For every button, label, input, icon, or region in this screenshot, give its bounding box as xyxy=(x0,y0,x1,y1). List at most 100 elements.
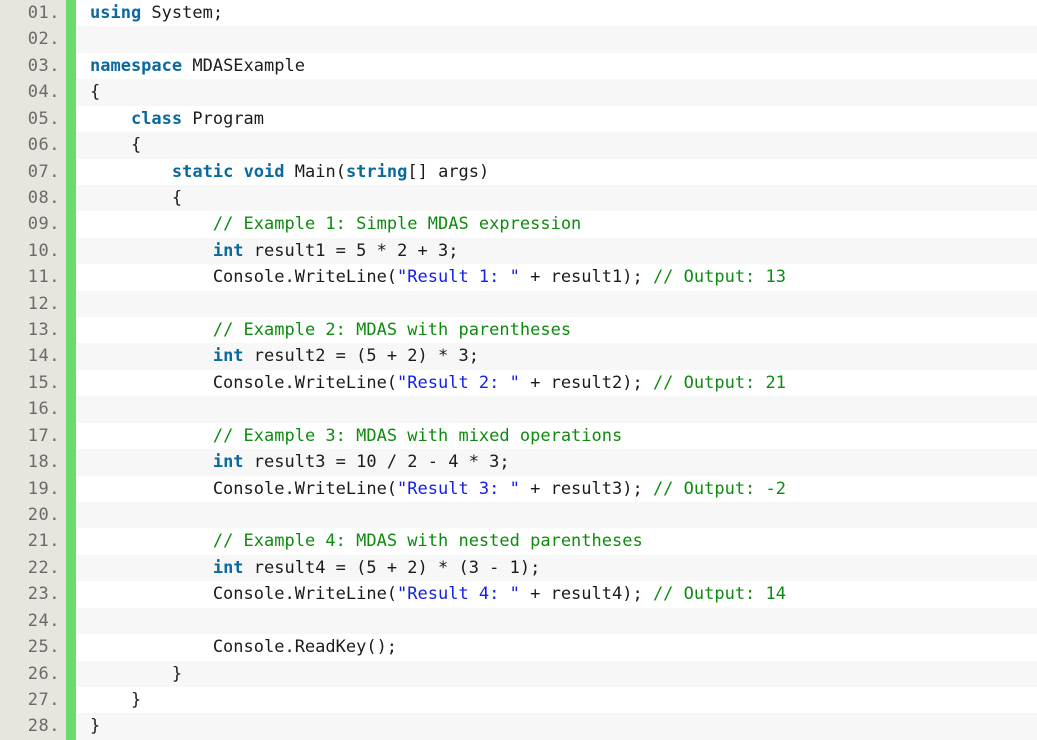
token-keyword: static xyxy=(171,161,234,182)
code-line-text[interactable] xyxy=(76,26,1037,52)
code-line-row[interactable]: 22. int result4 = (5 + 2) * (3 - 1); xyxy=(0,554,1037,582)
change-marker-bar xyxy=(66,237,76,265)
code-line-text[interactable] xyxy=(76,608,1037,634)
code-line-text[interactable] xyxy=(76,291,1037,317)
code-line-row[interactable]: 05. class Program xyxy=(0,105,1037,133)
code-viewer[interactable]: 01. using System; 02. 03. namespace MDASExam… xyxy=(0,0,1037,740)
code-line-text[interactable] xyxy=(76,502,1037,528)
token-plain: } xyxy=(90,716,101,737)
code-line-text[interactable]: } xyxy=(76,661,1037,687)
code-line-row[interactable]: 28.} xyxy=(0,713,1037,740)
code-line-text[interactable]: namespace MDASExample xyxy=(76,53,1037,79)
code-line-row[interactable]: 11. Console.WriteLine("Result 1: " + res… xyxy=(0,264,1037,291)
code-line-text[interactable]: { xyxy=(76,79,1037,105)
token-comment: // Output: 13 xyxy=(652,267,786,288)
code-line-row[interactable]: 08. { xyxy=(0,184,1037,212)
token-plain: } xyxy=(90,663,183,684)
line-number: 04. xyxy=(0,79,66,106)
code-line-text[interactable]: class Program xyxy=(76,106,1037,132)
change-marker-bar xyxy=(66,369,76,397)
code-line-row[interactable]: 12. xyxy=(0,290,1037,318)
token-plain: + result3); xyxy=(519,478,653,499)
code-line-row[interactable]: 18. int result3 = 10 / 2 - 4 * 3; xyxy=(0,449,1037,476)
code-line-text[interactable]: int result3 = 10 / 2 - 4 * 3; xyxy=(76,449,1037,475)
token-plain: result3 = 10 / 2 - 4 * 3; xyxy=(243,452,510,473)
code-line-text[interactable]: } xyxy=(76,713,1037,739)
line-number: 09. xyxy=(0,211,66,238)
token-plain: } xyxy=(90,689,142,710)
token-string: "Result 2: " xyxy=(397,372,520,393)
code-line-row[interactable]: 17. // Example 3: MDAS with mixed operat… xyxy=(0,422,1037,450)
token-keyword: int xyxy=(212,240,244,261)
token-comment: // Example 1: Simple MDAS expression xyxy=(212,214,582,235)
code-line-text[interactable]: Console.WriteLine("Result 4: " + result4… xyxy=(76,581,1037,607)
code-line-row[interactable]: 07. static void Main(string[] args) xyxy=(0,158,1037,185)
code-line-row[interactable]: 27. } xyxy=(0,686,1037,714)
change-marker-bar xyxy=(66,713,76,740)
code-line-row[interactable]: 10. int result1 = 5 * 2 + 3; xyxy=(0,237,1037,265)
code-line-text[interactable]: Console.WriteLine("Result 1: " + result1… xyxy=(76,264,1037,290)
code-line-row[interactable]: 15. Console.WriteLine("Result 2: " + res… xyxy=(0,369,1037,397)
token-plain: Console.ReadKey(); xyxy=(90,637,398,658)
code-line-row[interactable]: 21. // Example 4: MDAS with nested paren… xyxy=(0,528,1037,555)
code-line-row[interactable]: 03. namespace MDASExample xyxy=(0,52,1037,80)
token-keyword: using xyxy=(90,3,142,23)
line-number: 22. xyxy=(0,554,66,582)
line-number: 28. xyxy=(0,713,66,740)
code-line-row[interactable]: 24. xyxy=(0,607,1037,635)
code-line-row[interactable]: 25. Console.ReadKey(); xyxy=(0,634,1037,661)
code-line-text[interactable]: // Example 2: MDAS with parentheses xyxy=(76,317,1037,343)
code-line-row[interactable]: 02. xyxy=(0,26,1037,53)
line-number: 05. xyxy=(0,105,66,133)
code-line-text[interactable]: Console.WriteLine("Result 3: " + result3… xyxy=(76,476,1037,502)
code-line-row[interactable]: 09. // Example 1: Simple MDAS expression xyxy=(0,211,1037,238)
change-marker-bar xyxy=(66,26,76,53)
code-line-text[interactable]: int result4 = (5 + 2) * (3 - 1); xyxy=(76,555,1037,581)
token-comment: // Example 4: MDAS with nested parenthes… xyxy=(212,531,643,552)
code-line-row[interactable]: 26. } xyxy=(0,660,1037,687)
change-marker-bar xyxy=(66,528,76,555)
code-line-text[interactable]: // Example 1: Simple MDAS expression xyxy=(76,211,1037,237)
code-line-text[interactable]: } xyxy=(76,687,1037,713)
code-line-text[interactable]: int result2 = (5 + 2) * 3; xyxy=(76,343,1037,369)
code-line-row[interactable]: 23. Console.WriteLine("Result 4: " + res… xyxy=(0,581,1037,608)
line-number: 14. xyxy=(0,343,66,370)
code-line-row[interactable]: 01. using System; xyxy=(0,0,1037,27)
code-line-row[interactable]: 04. { xyxy=(0,79,1037,106)
token-comment: // Output: 21 xyxy=(652,372,786,393)
token-plain: result4 = (5 + 2) * (3 - 1); xyxy=(243,557,541,578)
code-line-row[interactable]: 16. xyxy=(0,396,1037,423)
change-marker-bar xyxy=(66,449,76,476)
code-line-text[interactable]: // Example 3: MDAS with mixed operations xyxy=(76,423,1037,449)
code-line-text[interactable]: { xyxy=(76,185,1037,211)
code-line-row[interactable]: 14. int result2 = (5 + 2) * 3; xyxy=(0,343,1037,370)
token-keyword: string xyxy=(345,161,408,182)
code-line-text[interactable]: { xyxy=(76,132,1037,158)
code-line-row[interactable]: 19. Console.WriteLine("Result 3: " + res… xyxy=(0,475,1037,503)
change-marker-bar xyxy=(66,132,76,159)
code-line-row[interactable]: 13. // Example 2: MDAS with parentheses xyxy=(0,317,1037,344)
line-number: 08. xyxy=(0,184,66,212)
code-line-text[interactable]: using System; xyxy=(76,0,1037,26)
code-line-row[interactable]: 20. xyxy=(0,502,1037,529)
change-marker-bar xyxy=(66,581,76,608)
line-number: 24. xyxy=(0,607,66,635)
code-line-text[interactable] xyxy=(76,396,1037,422)
token-plain: [] args) xyxy=(407,161,490,182)
line-number: 12. xyxy=(0,290,66,318)
code-line-text[interactable]: int result1 = 5 * 2 + 3; xyxy=(76,238,1037,264)
token-plain: Console.WriteLine( xyxy=(90,478,398,499)
line-number: 17. xyxy=(0,422,66,450)
code-line-text[interactable]: Console.ReadKey(); xyxy=(76,634,1037,660)
code-line-text[interactable]: Console.WriteLine("Result 2: " + result2… xyxy=(76,370,1037,396)
token-plain: + result2); xyxy=(519,372,653,393)
code-line-text[interactable]: static void Main(string[] args) xyxy=(76,159,1037,185)
token-plain: Program xyxy=(182,108,265,129)
code-line-text[interactable]: // Example 4: MDAS with nested parenthes… xyxy=(76,528,1037,554)
code-line-row[interactable]: 06. { xyxy=(0,132,1037,159)
line-number: 25. xyxy=(0,634,66,661)
